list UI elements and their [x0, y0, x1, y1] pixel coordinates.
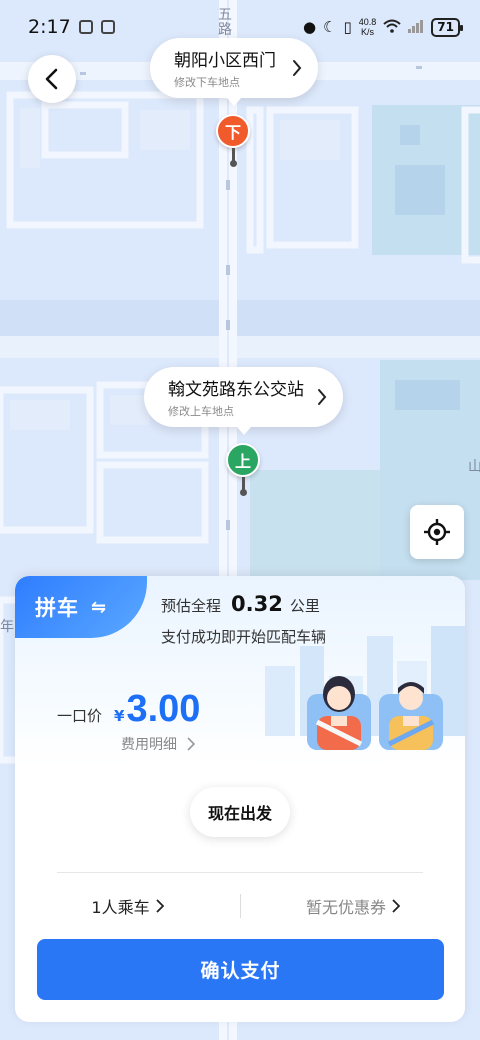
price-currency: ¥ [114, 707, 125, 725]
confirm-pay-button[interactable]: 确认支付 [37, 939, 444, 1000]
match-note: 支付成功即开始匹配车辆 [161, 628, 327, 646]
chevron-right-icon [318, 389, 327, 405]
passengers-illustration [307, 676, 443, 750]
chevron-right-icon [293, 60, 302, 76]
do-not-disturb-icon: ☾ [323, 17, 337, 36]
status-icons: ● ☾ ▯ 40.8 K/s 71 [302, 17, 463, 37]
price-amount: 3.00 [126, 688, 201, 730]
fee-detail-link[interactable]: 费用明细 [121, 734, 195, 754]
card-divider [57, 872, 423, 873]
price-label: 一口价 [57, 707, 103, 725]
locate-button[interactable] [410, 505, 464, 559]
swap-icon: ⇋ [91, 596, 107, 618]
pickup-edit-hint: 修改上车地点 [168, 405, 234, 418]
fee-detail-label: 费用明细 [121, 737, 177, 753]
chevron-right-icon [187, 737, 195, 751]
vibrate-icon: ▯ [343, 17, 352, 36]
wifi-icon [383, 19, 401, 36]
edge-label-right: 山 [468, 459, 480, 475]
chevron-right-icon [392, 899, 400, 913]
distance-value: 0.32 [231, 592, 283, 616]
destination-pin: 下 [216, 114, 250, 167]
estimate-prefix: 预估全程 [161, 597, 222, 615]
network-speed: 40.8 K/s [359, 17, 377, 37]
coupon-selector[interactable]: 暂无优惠券 [241, 889, 465, 923]
destination-edit-hint: 修改下车地点 [174, 76, 240, 89]
battery-indicator: 71 [431, 17, 463, 37]
net-speed-value: 40.8 [358, 17, 377, 27]
depart-now-button[interactable]: 现在出发 [190, 787, 290, 837]
destination-pin-dot [229, 160, 237, 167]
passenger-count-selector[interactable]: 1人乘车 [15, 889, 240, 923]
destination-pin-label: 下 [216, 114, 250, 148]
net-speed-unit: K/s [361, 27, 375, 37]
trip-info: 预估全程 0.32 公里 支付成功即开始匹配车辆 [161, 592, 326, 647]
pickup-pin-label: 上 [226, 443, 260, 477]
pickup-name: 翰文苑路东公交站 [168, 380, 304, 400]
trip-distance-row: 预估全程 0.32 公里 [161, 592, 326, 616]
pickup-pin-dot [239, 489, 247, 496]
distance-unit: 公里 [289, 597, 320, 615]
coupon-label: 暂无优惠券 [305, 898, 386, 917]
mode-label: 拼车 [35, 596, 79, 620]
ride-order-card: 拼车 ⇋ 预估全程 0.32 公里 支付成功即开始匹配车辆 一口价 ¥ 3.00… [15, 576, 465, 1022]
app-notification-icon [100, 20, 115, 34]
status-time: 2:17 [28, 16, 71, 38]
passenger-count-label: 1人乘车 [91, 898, 150, 917]
notification-icon [78, 20, 93, 34]
price-row: 一口价 ¥ 3.00 [57, 688, 200, 731]
signal-icon [408, 19, 424, 36]
location-icon: ● [302, 17, 317, 36]
pickup-pin: 上 [226, 443, 260, 496]
back-button[interactable] [28, 55, 76, 103]
chevron-right-icon [155, 899, 164, 913]
edge-label-left: 年 [0, 619, 14, 635]
status-bar: 2:17 ● ☾ ▯ 40.8 K/s 71 [0, 0, 480, 54]
chevron-left-icon [45, 68, 58, 90]
crosshair-icon [424, 519, 450, 545]
pickup-bubble[interactable]: 翰文苑路东公交站 修改上车地点 [144, 367, 343, 435]
